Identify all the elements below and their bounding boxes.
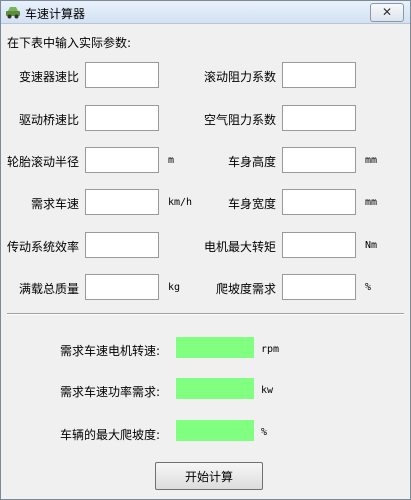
start-calculation-button[interactable]: 开始计算 (155, 462, 263, 490)
max-grade-result-unit: % (261, 427, 268, 438)
drivetrain-efficiency-label: 传动系统效率 (6, 240, 79, 254)
rolling-resistance-input[interactable] (282, 62, 356, 88)
body-width-label: 车身宽度 (227, 197, 276, 211)
required-speed-input[interactable] (85, 189, 159, 215)
motor-max-torque-input[interactable] (282, 232, 356, 258)
tire-radius-label: 轮胎滚动半径 (6, 155, 79, 169)
body-height-unit: mm (365, 155, 378, 166)
body-width-input[interactable] (282, 189, 356, 215)
grade-requirement-input[interactable] (282, 274, 356, 300)
gross-mass-unit: kg (168, 282, 181, 293)
close-button[interactable]: ✕ (370, 3, 404, 22)
air-resistance-input[interactable] (282, 105, 356, 131)
gearbox-ratio-input[interactable] (85, 62, 159, 88)
drivetrain-efficiency-input[interactable] (85, 232, 159, 258)
max-grade-result-label: 车辆的最大爬坡度: (59, 428, 160, 442)
air-resistance-label: 空气阻力系数 (203, 113, 276, 127)
body-height-label: 车身高度 (227, 155, 276, 169)
close-icon: ✕ (381, 5, 393, 19)
motor-speed-result-unit: rpm (261, 344, 280, 355)
body-height-input[interactable] (282, 147, 356, 173)
axle-ratio-input[interactable] (85, 105, 159, 131)
required-speed-label: 需求车速 (30, 197, 79, 211)
gross-mass-input[interactable] (85, 274, 159, 300)
gearbox-ratio-label: 变速器速比 (18, 70, 79, 84)
tire-radius-unit: m (168, 155, 175, 166)
title-bar: 车速计算器 ✕ (1, 1, 410, 24)
section-divider (7, 313, 404, 315)
instructions-text: 在下表中输入实际参数: (7, 36, 132, 50)
power-result-field (176, 378, 254, 399)
tire-radius-input[interactable] (85, 147, 159, 173)
gross-mass-label: 满载总质量 (18, 282, 79, 296)
rolling-resistance-label: 滚动阻力系数 (203, 70, 276, 84)
power-result-label: 需求车速功率需求: (59, 385, 160, 399)
calculator-window: 车速计算器 ✕ 在下表中输入实际参数: 变速器速比 驱动桥速比 轮胎滚动半径 m… (0, 0, 411, 500)
required-speed-unit: km/h (168, 197, 193, 208)
motor-max-torque-label: 电机最大转矩 (203, 240, 276, 254)
power-result-unit: kw (261, 385, 274, 396)
window-title: 车速计算器 (25, 7, 86, 21)
axle-ratio-label: 驱动桥速比 (18, 113, 79, 127)
motor-speed-result-field (176, 337, 254, 358)
grade-requirement-unit: % (365, 282, 372, 293)
car-icon (6, 7, 20, 19)
motor-max-torque-unit: Nm (365, 240, 378, 251)
motor-speed-result-label: 需求车速电机转速: (59, 344, 160, 358)
grade-requirement-label: 爬坡度需求 (215, 282, 276, 296)
body-width-unit: mm (365, 197, 378, 208)
max-grade-result-field (176, 420, 254, 441)
